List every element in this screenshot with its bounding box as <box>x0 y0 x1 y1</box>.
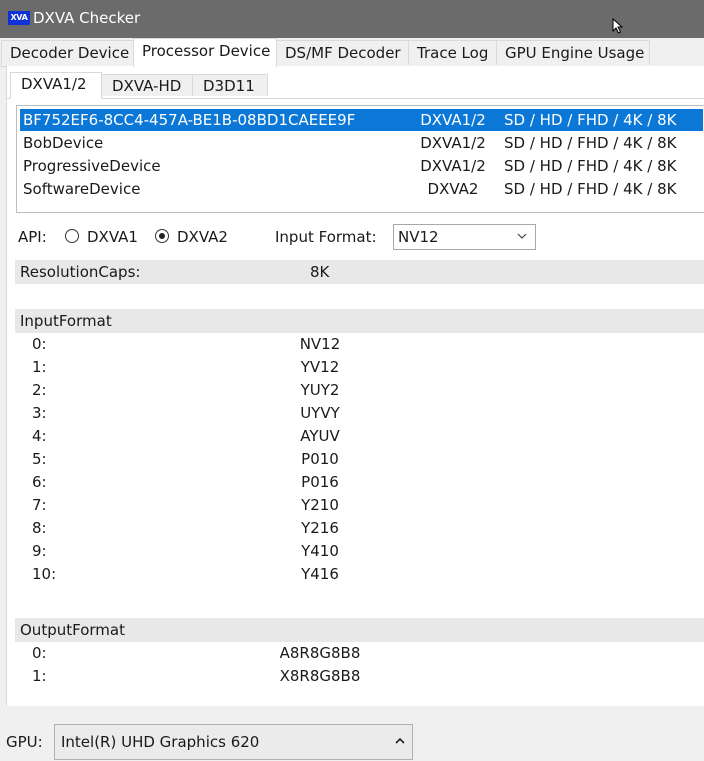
section-title: InputFormat <box>20 312 112 330</box>
resolution-caps-label: ResolutionCaps: <box>20 263 141 281</box>
tab-gpu-engine-usage[interactable]: GPU Engine Usage <box>496 40 650 65</box>
mouse-cursor-icon <box>612 18 624 34</box>
gpu-label: GPU: <box>6 733 43 751</box>
row-index: 0: <box>32 335 47 353</box>
tab-decoder-device[interactable]: Decoder Device <box>1 40 134 65</box>
api-options-row: API: DXVA1 DXVA2 Input Format: NV12 <box>7 221 704 253</box>
row-value: P016 <box>301 473 339 491</box>
row-index: 3: <box>32 404 47 422</box>
table-row: 1: X8R8G8B8 <box>15 665 704 688</box>
list-item[interactable]: BobDevice DXVA1/2 SD / HD / FHD / 4K / 8… <box>20 132 703 154</box>
row-index: 5: <box>32 450 47 468</box>
row-value: P010 <box>301 450 339 468</box>
device-name: ProgressiveDevice <box>23 157 161 175</box>
table-row: 3: UYVY <box>15 402 704 425</box>
tab-d3d11[interactable]: D3D11 <box>192 74 268 96</box>
device-api: DXVA1/2 <box>420 134 486 152</box>
row-value: NV12 <box>299 335 341 353</box>
resolution-caps-value: 8K <box>310 263 330 281</box>
device-name: BobDevice <box>23 134 104 152</box>
input-format-header: InputFormat <box>15 309 704 333</box>
row-value: Y216 <box>301 519 339 537</box>
table-row: 9: Y410 <box>15 540 704 563</box>
table-row: 0: A8R8G8B8 <box>15 642 704 665</box>
radio-dxva1-label[interactable]: DXVA1 <box>87 228 138 246</box>
processor-device-panel: DXVA1/2 DXVA-HD D3D11 BF752EF6-8CC4-457A… <box>6 66 704 706</box>
device-name: SoftwareDevice <box>23 180 141 198</box>
input-format-value: NV12 <box>398 228 439 246</box>
device-resolutions: SD / HD / FHD / 4K / 8K <box>504 134 677 152</box>
row-value: YUY2 <box>300 381 340 399</box>
device-api: DXVA2 <box>427 180 479 198</box>
api-tab-bar: DXVA1/2 DXVA-HD D3D11 <box>7 72 699 99</box>
output-format-header: OutputFormat <box>15 618 704 642</box>
table-row: 7: Y210 <box>15 494 704 517</box>
list-item[interactable]: SoftwareDevice DXVA2 SD / HD / FHD / 4K … <box>20 178 703 200</box>
row-index: 1: <box>32 667 47 685</box>
device-resolutions: SD / HD / FHD / 4K / 8K <box>504 111 677 129</box>
chevron-up-icon <box>395 737 405 744</box>
tab-trace-log[interactable]: Trace Log <box>408 40 497 65</box>
api-label: API: <box>18 228 47 246</box>
tab-ds-mf-decoder[interactable]: DS/MF Decoder <box>276 40 409 65</box>
row-index: 10: <box>32 565 57 583</box>
input-format-label: Input Format: <box>275 228 377 246</box>
table-row: 10: Y416 <box>15 563 704 586</box>
row-index: 0: <box>32 644 47 662</box>
device-list[interactable]: BF752EF6-8CC4-457A-BE1B-08BD1CAEEE9F DXV… <box>16 105 704 213</box>
app-icon: XVA <box>8 11 30 25</box>
gpu-bar: GPU: Intel(R) UHD Graphics 620 <box>0 706 704 761</box>
gpu-value: Intel(R) UHD Graphics 620 <box>61 733 260 751</box>
table-row: 8: Y216 <box>15 517 704 540</box>
row-value: Y210 <box>301 496 339 514</box>
main-tab-bar: Decoder Device Processor Device DS/MF De… <box>0 38 704 67</box>
device-resolutions: SD / HD / FHD / 4K / 8K <box>504 180 677 198</box>
list-item[interactable]: ProgressiveDevice DXVA1/2 SD / HD / FHD … <box>20 155 703 177</box>
tab-dxva-hd[interactable]: DXVA-HD <box>101 74 193 96</box>
row-value: A8R8G8B8 <box>279 644 361 662</box>
radio-dxva2[interactable] <box>155 229 169 243</box>
row-index: 7: <box>32 496 47 514</box>
tab-processor-device[interactable]: Processor Device <box>133 38 277 67</box>
radio-dxva1[interactable] <box>65 229 79 243</box>
row-value: YV12 <box>300 358 340 376</box>
row-index: 1: <box>32 358 47 376</box>
list-item[interactable]: BF752EF6-8CC4-457A-BE1B-08BD1CAEEE9F DXV… <box>20 109 703 131</box>
title-bar[interactable]: XVA DXVA Checker <box>0 0 704 38</box>
device-api: DXVA1/2 <box>420 111 486 129</box>
row-value: UYVY <box>300 404 340 422</box>
row-index: 4: <box>32 427 47 445</box>
device-name: BF752EF6-8CC4-457A-BE1B-08BD1CAEEE9F <box>23 111 356 129</box>
chevron-down-icon <box>517 233 527 239</box>
row-value: AYUV <box>300 427 340 445</box>
window-title: DXVA Checker <box>33 9 141 27</box>
table-row: 2: YUY2 <box>15 379 704 402</box>
table-row: 0: NV12 <box>15 333 704 356</box>
row-index: 8: <box>32 519 47 537</box>
device-resolutions: SD / HD / FHD / 4K / 8K <box>504 157 677 175</box>
row-value: Y410 <box>301 542 339 560</box>
section-title: OutputFormat <box>20 621 125 639</box>
row-value: Y416 <box>301 565 339 583</box>
tab-dxva12[interactable]: DXVA1/2 <box>10 72 102 99</box>
resolution-caps-row: ResolutionCaps: 8K <box>15 260 704 284</box>
tab-content: BF752EF6-8CC4-457A-BE1B-08BD1CAEEE9F DXV… <box>7 98 704 707</box>
radio-dxva2-label[interactable]: DXVA2 <box>177 228 228 246</box>
table-row: 4: AYUV <box>15 425 704 448</box>
row-index: 6: <box>32 473 47 491</box>
gpu-select[interactable]: Intel(R) UHD Graphics 620 <box>54 724 413 760</box>
table-row: 6: P016 <box>15 471 704 494</box>
table-row: 5: P010 <box>15 448 704 471</box>
row-value: X8R8G8B8 <box>279 667 361 685</box>
device-api: DXVA1/2 <box>420 157 486 175</box>
row-index: 2: <box>32 381 47 399</box>
table-row: 1: YV12 <box>15 356 704 379</box>
row-index: 9: <box>32 542 47 560</box>
input-format-select[interactable]: NV12 <box>393 224 536 250</box>
